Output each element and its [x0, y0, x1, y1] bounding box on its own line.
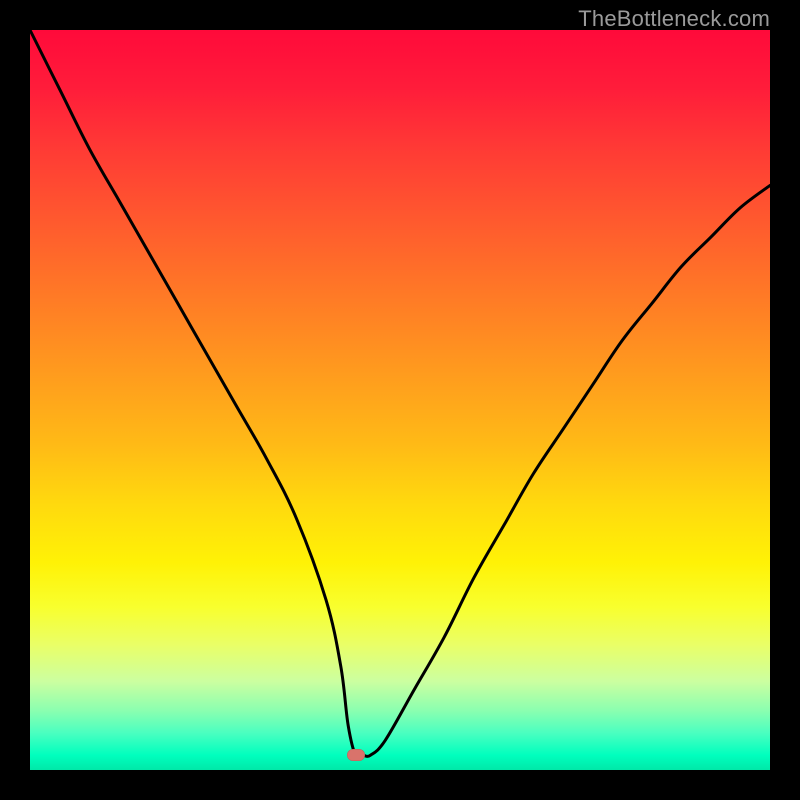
optimal-point-marker: [347, 749, 365, 761]
bottleneck-curve: [30, 30, 770, 770]
plot-area: [30, 30, 770, 770]
watermark-label: TheBottleneck.com: [578, 6, 770, 32]
chart-frame: TheBottleneck.com: [0, 0, 800, 800]
